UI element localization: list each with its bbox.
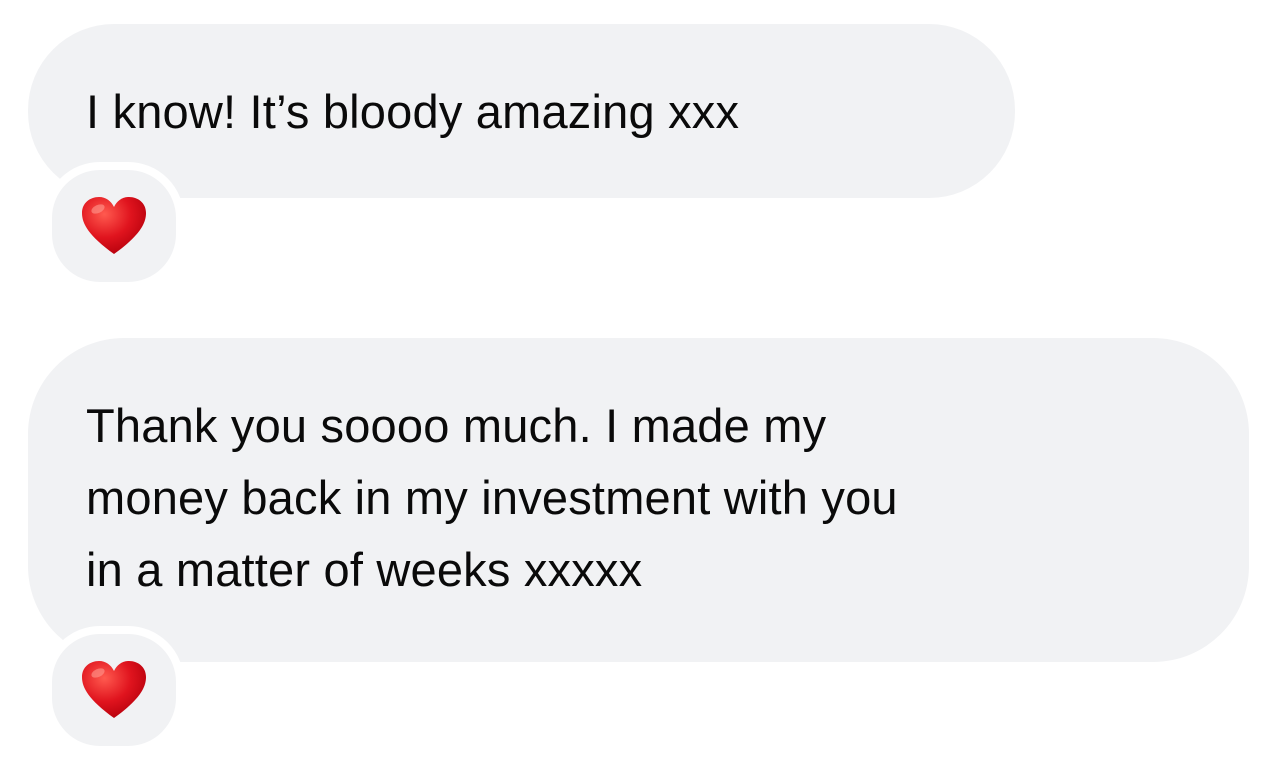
message-text-line: money back in my investment with you xyxy=(86,471,898,524)
message-text-line: in a matter of weeks xxxxx xyxy=(86,543,643,596)
message-text-line: Thank you soooo much. I made my xyxy=(86,399,827,452)
red-heart-icon xyxy=(82,197,146,254)
message-thread: I know! It’s bloody amazing xxx Thank yo… xyxy=(0,0,1279,764)
message-reaction[interactable] xyxy=(44,626,184,754)
received-message-bubble[interactable]: I know! It’s bloody amazing xxx xyxy=(28,24,1015,198)
received-message-bubble[interactable]: Thank you soooo much. I made my money ba… xyxy=(28,338,1249,662)
message-text: I know! It’s bloody amazing xxx xyxy=(86,85,740,138)
red-heart-icon xyxy=(82,661,146,718)
message-reaction[interactable] xyxy=(44,162,184,290)
